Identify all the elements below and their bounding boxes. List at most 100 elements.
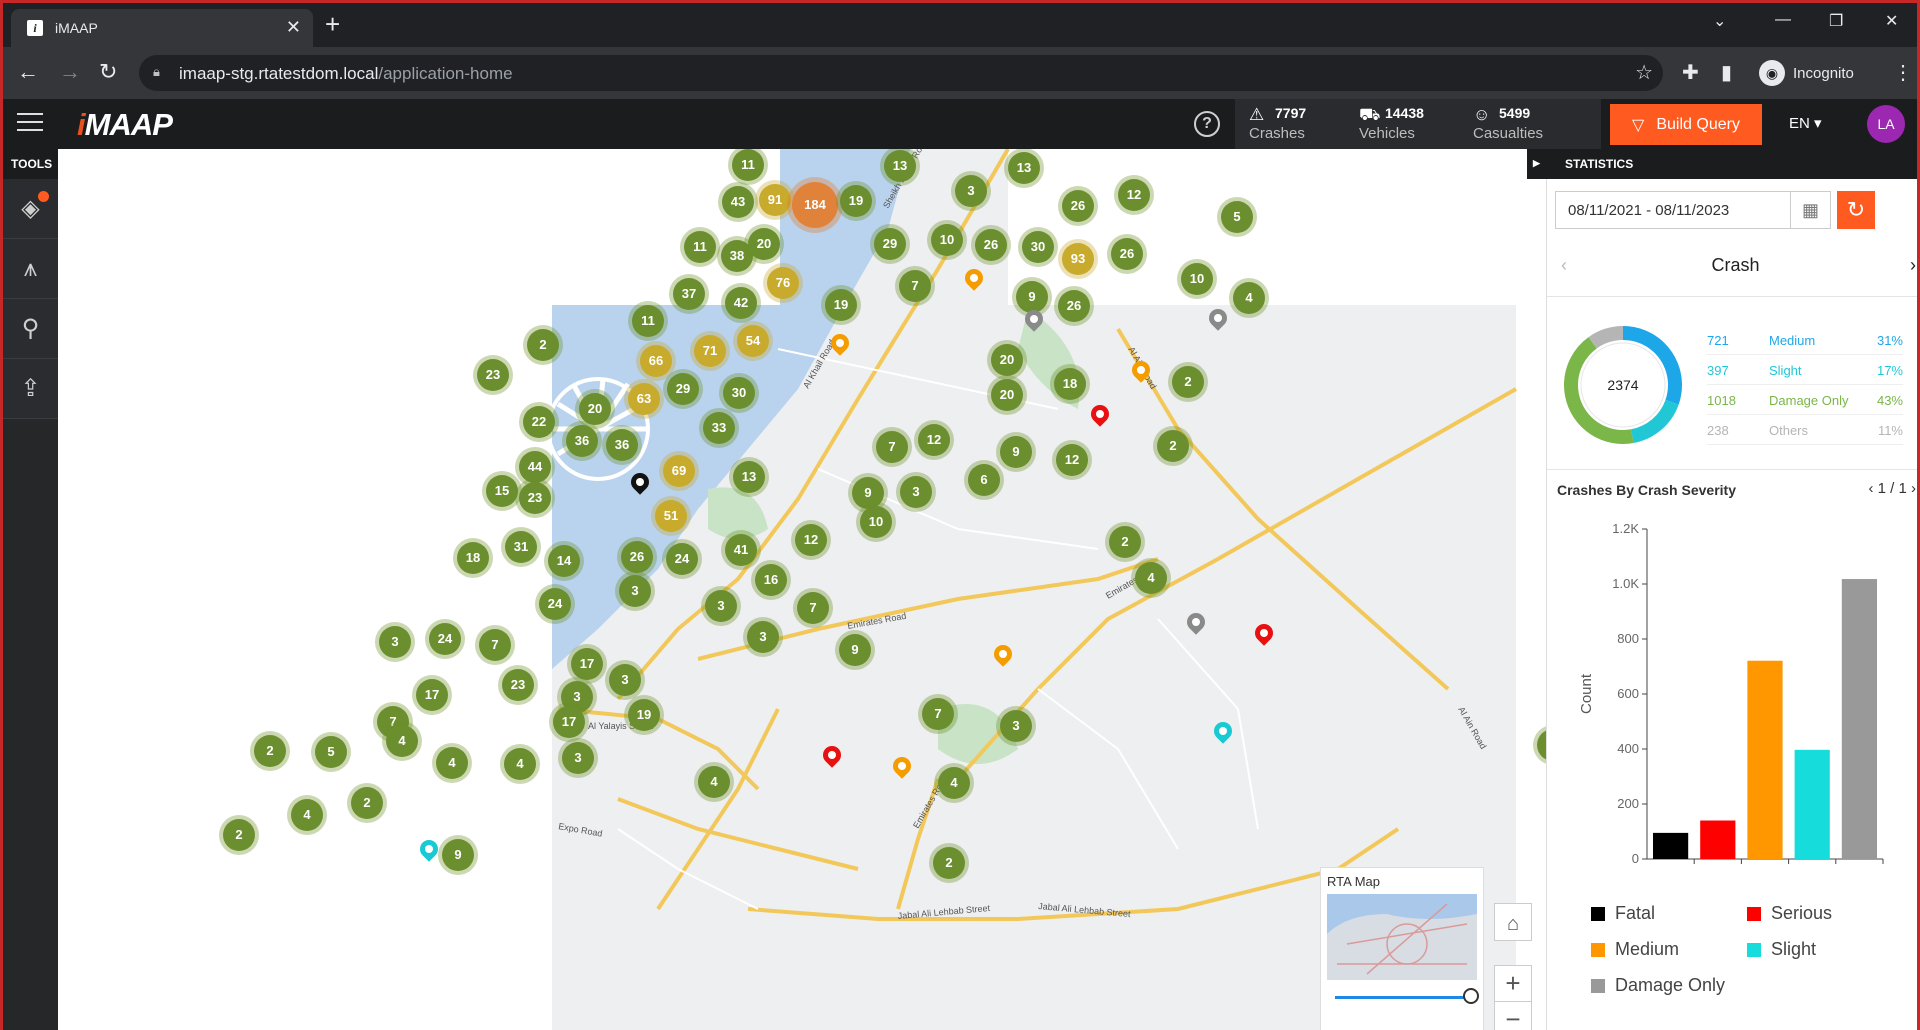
help-icon[interactable]: ? [1194, 111, 1220, 137]
crash-cluster-marker[interactable]: 33 [699, 408, 739, 448]
restore-button[interactable]: ❐ [1829, 11, 1843, 31]
crash-cluster-marker[interactable]: 14 [544, 541, 584, 581]
reload-icon[interactable]: ↻ [99, 59, 117, 85]
calendar-icon[interactable]: ▦ [1790, 192, 1830, 228]
refresh-button[interactable]: ↻ [1837, 191, 1875, 229]
crash-cluster-marker[interactable]: 12 [1052, 440, 1092, 480]
legend-item[interactable]: Fatal [1591, 903, 1655, 924]
minimize-button[interactable]: — [1775, 11, 1791, 29]
crash-cluster-marker[interactable]: 4 [1229, 278, 1269, 318]
crash-cluster-marker[interactable]: 26 [1054, 286, 1094, 326]
back-icon[interactable]: ← [17, 59, 39, 85]
crash-cluster-marker[interactable]: 71 [690, 331, 730, 371]
opacity-slider-handle[interactable] [1463, 988, 1479, 1004]
crash-cluster-marker[interactable]: 12 [914, 420, 954, 460]
legend-row[interactable]: 397 Slight 17% [1707, 355, 1903, 385]
crash-cluster-marker[interactable]: 43 [718, 182, 758, 222]
browser-tab[interactable]: i iMAAP ✕ [11, 9, 313, 47]
crash-cluster-marker[interactable]: 93 [1058, 239, 1098, 279]
tab-close-button[interactable]: ✕ [286, 17, 301, 38]
side-panel-icon[interactable]: ▮ [1721, 60, 1732, 85]
browser-menu-icon[interactable]: ⋮ [1893, 60, 1913, 85]
crash-cluster-marker[interactable]: 69 [659, 451, 699, 491]
map-canvas[interactable]: Sheikh Zayed Road Al Khail Road Al Ain R… [58, 149, 1546, 1030]
incognito-indicator[interactable]: ◉ Incognito [1759, 56, 1854, 90]
crash-cluster-marker[interactable]: 29 [870, 224, 910, 264]
stat-vehicles[interactable]: ⛟ 14438 Vehicles [1359, 105, 1424, 142]
crash-cluster-marker[interactable]: 3 [375, 622, 415, 662]
crash-cluster-marker[interactable]: 31 [501, 527, 541, 567]
zoom-in-button[interactable]: + [1494, 965, 1532, 1003]
crash-cluster-marker[interactable]: 2 [929, 843, 969, 883]
legend-item[interactable]: Serious [1747, 903, 1832, 924]
severity-bar-chart[interactable]: 0 200 400 600 800 1.0K 1.2K Count [1547, 519, 1917, 899]
crash-cluster-marker[interactable]: 17 [412, 675, 452, 715]
crash-cluster-marker[interactable]: 3 [896, 472, 936, 512]
crash-cluster-marker[interactable]: 26 [971, 225, 1011, 265]
stat-crashes[interactable]: ⚠ 7797 Crashes [1249, 105, 1306, 142]
crash-cluster-marker[interactable]: 2 [219, 815, 259, 855]
crash-cluster-marker[interactable]: 7 [872, 427, 912, 467]
crash-cluster-marker[interactable]: 20 [744, 224, 784, 264]
user-avatar[interactable]: LA [1867, 105, 1905, 143]
opacity-slider[interactable] [1335, 996, 1471, 999]
close-window-button[interactable]: ✕ [1885, 11, 1898, 31]
crash-cluster-marker[interactable]: 4 [382, 721, 422, 761]
url-text[interactable]: imaap-stg.rtatestdom.local/application-h… [179, 64, 513, 84]
extensions-icon[interactable]: ✚ [1682, 60, 1699, 85]
crash-cluster-marker[interactable]: 3 [605, 660, 645, 700]
crash-cluster-marker[interactable]: 76 [763, 263, 803, 303]
crash-cluster-marker[interactable]: 26 [1058, 186, 1098, 226]
crash-cluster-marker[interactable]: 36 [602, 425, 642, 465]
crash-cluster-marker[interactable]: 42 [721, 283, 761, 323]
crash-cluster-marker[interactable]: 7 [793, 588, 833, 628]
tab-search-icon[interactable]: ⌄ [1713, 11, 1726, 31]
crash-cluster-marker[interactable]: 10 [1177, 259, 1217, 299]
crash-cluster-marker[interactable]: 2 [1168, 362, 1208, 402]
crash-cluster-marker[interactable]: 12 [791, 520, 831, 560]
date-range-input[interactable]: 08/11/2021 - 08/11/2023 ▦ [1555, 191, 1831, 229]
location-tool[interactable]: ⚲ [3, 299, 58, 359]
crash-cluster-marker[interactable]: 41 [721, 530, 761, 570]
zoom-out-button[interactable]: − [1494, 1001, 1532, 1030]
crash-cluster-marker[interactable]: 4 [694, 762, 734, 802]
crash-cluster-marker[interactable]: 18 [453, 538, 493, 578]
crash-cluster-marker[interactable]: 9 [438, 835, 478, 875]
crash-cluster-marker[interactable]: 13 [1004, 149, 1044, 188]
crash-cluster-marker[interactable]: 2 [523, 325, 563, 365]
crash-cluster-marker[interactable]: 22 [519, 402, 559, 442]
crash-cluster-marker[interactable]: 20 [987, 340, 1027, 380]
expand-right-icon[interactable]: ▶ [1533, 158, 1540, 169]
crash-cluster-marker[interactable]: 37 [669, 274, 709, 314]
legend-row[interactable]: 721 Medium 31% [1707, 325, 1903, 355]
crash-cluster-marker[interactable]: 4 [432, 743, 472, 783]
crash-cluster-marker[interactable]: 5 [311, 732, 351, 772]
crash-cluster-marker[interactable]: 3 [558, 738, 598, 778]
crash-cluster-marker[interactable]: 13 [729, 457, 769, 497]
legend-row[interactable]: 1018 Damage Only 43% [1707, 385, 1903, 415]
pagination[interactable]: ‹ 1 / 1 › [1868, 480, 1916, 497]
address-bar[interactable]: 🔒︎ imaap-stg.rtatestdom.local/applicatio… [139, 55, 1663, 91]
crash-cluster-marker[interactable]: 24 [662, 539, 702, 579]
crash-cluster-marker[interactable]: 17 [549, 702, 589, 742]
crash-cluster-marker[interactable]: 9 [835, 630, 875, 670]
overview-map[interactable]: RTA Map [1320, 867, 1484, 1030]
crash-cluster-marker[interactable]: 23 [473, 355, 513, 395]
crash-cluster-marker[interactable]: 30 [1018, 227, 1058, 267]
crash-cluster-marker[interactable]: 12 [1114, 175, 1154, 215]
legend-row[interactable]: 238 Others 11% [1707, 415, 1903, 445]
crash-cluster-marker[interactable]: 63 [624, 379, 664, 419]
bookmark-star-icon[interactable]: ☆ [1635, 60, 1653, 85]
carousel-next-icon[interactable]: › [1910, 255, 1916, 276]
crash-cluster-marker[interactable]: 23 [515, 478, 555, 518]
measure-tool[interactable]: ⩚ [3, 239, 58, 299]
crash-cluster-marker[interactable]: 9 [996, 432, 1036, 472]
crash-cluster-marker[interactable]: 18 [1050, 364, 1090, 404]
page-next-icon[interactable]: › [1911, 480, 1916, 497]
crash-cluster-marker[interactable]: 3 [615, 571, 655, 611]
crash-cluster-marker[interactable]: 6 [964, 460, 1004, 500]
crash-cluster-marker[interactable]: 11 [680, 227, 720, 267]
crash-cluster-marker[interactable]: 3 [743, 617, 783, 657]
crash-cluster-marker[interactable]: 7 [895, 266, 935, 306]
crash-cluster-marker[interactable]: 20 [987, 375, 1027, 415]
